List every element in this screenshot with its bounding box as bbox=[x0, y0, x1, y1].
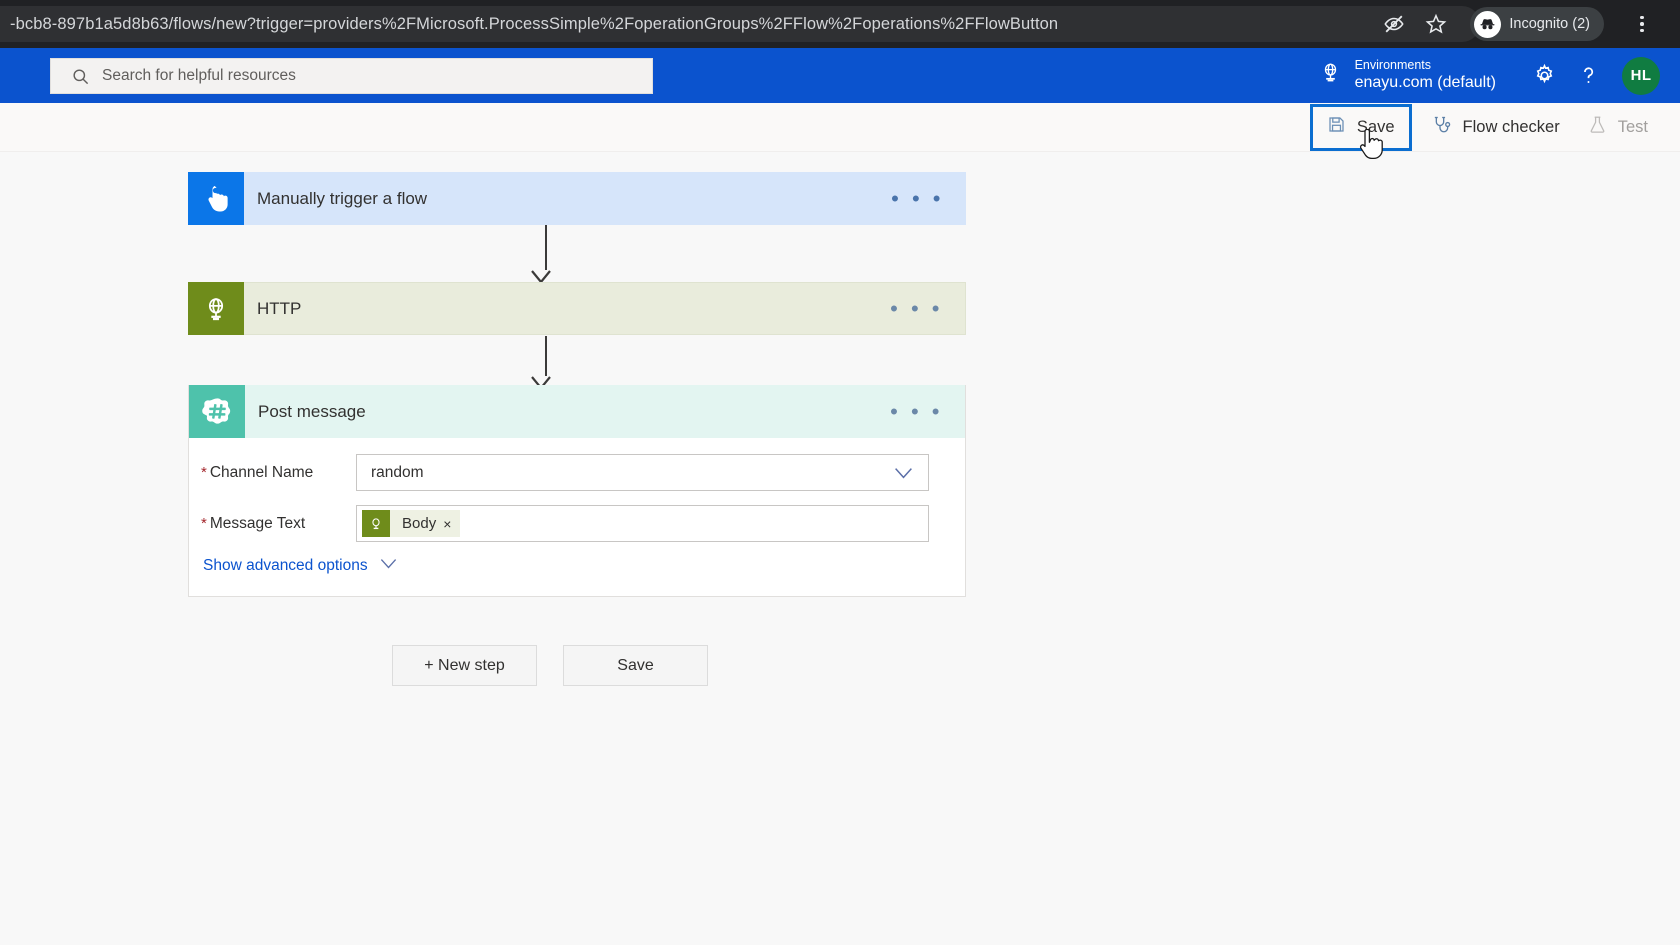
new-step-button[interactable]: + New step bbox=[392, 645, 537, 686]
close-icon[interactable]: × bbox=[443, 516, 460, 532]
address-bar[interactable]: -bcb8-897b1a5d8b63/flows/new?trigger=pro… bbox=[0, 6, 1480, 42]
save-button-label: Save bbox=[1357, 118, 1395, 137]
dynamic-content-token[interactable]: Body × bbox=[362, 510, 460, 537]
chevron-down-icon[interactable] bbox=[893, 464, 914, 487]
gear-icon[interactable] bbox=[1522, 54, 1566, 98]
flow-step-more-menu[interactable]: • • • bbox=[890, 304, 943, 314]
app-header: Search for helpful resources Environment… bbox=[0, 48, 1680, 103]
flow-step-more-menu[interactable]: • • • bbox=[890, 407, 943, 417]
globe-icon bbox=[188, 282, 244, 335]
flow-step-title: Manually trigger a flow bbox=[257, 189, 891, 209]
flow-checker-button[interactable]: Flow checker bbox=[1418, 105, 1574, 149]
flow-designer-canvas: Manually trigger a flow • • • HTTP bbox=[0, 152, 1680, 945]
connector-arrow-1 bbox=[540, 225, 552, 284]
flow-command-bar: Save Flow checker Test bbox=[0, 103, 1680, 152]
search-input[interactable]: Search for helpful resources bbox=[50, 58, 653, 94]
connector-arrow-2 bbox=[540, 336, 552, 390]
flow-step-title: Post message bbox=[258, 402, 890, 422]
url-text: -bcb8-897b1a5d8b63/flows/new?trigger=pro… bbox=[10, 15, 1058, 34]
test-label: Test bbox=[1618, 118, 1648, 137]
touch-pointer-icon bbox=[188, 172, 244, 225]
chevron-down-icon bbox=[379, 556, 398, 576]
environments-label: Environments bbox=[1355, 58, 1496, 73]
flow-step-form: * Channel Name random * Message Text bbox=[189, 438, 965, 576]
show-advanced-options-link[interactable]: Show advanced options bbox=[203, 556, 965, 576]
flow-step-header[interactable]: HTTP • • • bbox=[188, 282, 966, 335]
browser-actions: Incognito (2) bbox=[1382, 6, 1652, 42]
environment-selector[interactable]: Environments enayu.com (default) bbox=[1319, 58, 1496, 93]
message-text-label-text: Message Text bbox=[210, 515, 305, 533]
incognito-hat-icon bbox=[1474, 11, 1501, 38]
save-button-focus-ring: Save bbox=[1310, 104, 1412, 151]
user-avatar[interactable]: HL bbox=[1622, 57, 1660, 95]
incognito-label: Incognito (2) bbox=[1509, 16, 1590, 32]
flow-step-card-trigger[interactable]: Manually trigger a flow • • • bbox=[188, 172, 966, 225]
form-row-message-text: * Message Text Body × bbox=[189, 505, 965, 542]
environment-globe-icon bbox=[1319, 61, 1342, 89]
channel-name-label: * Channel Name bbox=[189, 464, 356, 482]
channel-name-dropdown[interactable]: random bbox=[356, 454, 929, 491]
message-text-input[interactable]: Body × bbox=[356, 505, 929, 542]
browser-toolbar: -bcb8-897b1a5d8b63/flows/new?trigger=pro… bbox=[0, 0, 1680, 48]
channel-name-label-text: Channel Name bbox=[210, 464, 313, 482]
stethoscope-icon bbox=[1432, 115, 1452, 140]
flow-checker-label: Flow checker bbox=[1463, 118, 1560, 137]
required-asterisk: * bbox=[201, 515, 207, 532]
form-row-channel-name: * Channel Name random bbox=[189, 454, 965, 491]
star-icon[interactable] bbox=[1424, 12, 1448, 36]
flow-step-title: HTTP bbox=[257, 299, 890, 319]
save-button[interactable]: Save bbox=[1313, 105, 1409, 149]
question-mark-icon[interactable] bbox=[1566, 54, 1610, 98]
required-asterisk: * bbox=[201, 464, 207, 481]
flow-step-header[interactable]: Post message • • • bbox=[189, 385, 965, 438]
message-text-label: * Message Text bbox=[189, 515, 356, 533]
flask-icon bbox=[1588, 115, 1607, 139]
flow-step-card-http[interactable]: HTTP • • • bbox=[188, 282, 966, 335]
flow-step-card-post-message[interactable]: Post message • • • * Channel Name random bbox=[188, 385, 966, 597]
canvas-footer-actions: + New step Save bbox=[392, 645, 708, 686]
token-label: Body bbox=[390, 515, 443, 532]
show-advanced-options-label: Show advanced options bbox=[203, 557, 368, 575]
incognito-indicator[interactable]: Incognito (2) bbox=[1470, 7, 1604, 41]
test-button[interactable]: Test bbox=[1574, 105, 1662, 149]
flow-step-more-menu[interactable]: • • • bbox=[891, 194, 944, 204]
environment-name: enayu.com (default) bbox=[1355, 73, 1496, 93]
http-output-icon bbox=[362, 510, 390, 537]
eye-crossed-icon[interactable] bbox=[1382, 12, 1406, 36]
channel-name-value: random bbox=[371, 464, 424, 482]
flow-step-header[interactable]: Manually trigger a flow • • • bbox=[188, 172, 966, 225]
three-dots-menu-icon[interactable] bbox=[1632, 14, 1652, 34]
footer-save-button[interactable]: Save bbox=[563, 645, 708, 686]
header-actions: Environments enayu.com (default) HL bbox=[1319, 48, 1660, 103]
search-placeholder: Search for helpful resources bbox=[102, 67, 296, 85]
search-icon bbox=[71, 67, 90, 86]
floppy-disk-icon bbox=[1327, 115, 1346, 139]
slack-hash-icon bbox=[189, 385, 245, 438]
